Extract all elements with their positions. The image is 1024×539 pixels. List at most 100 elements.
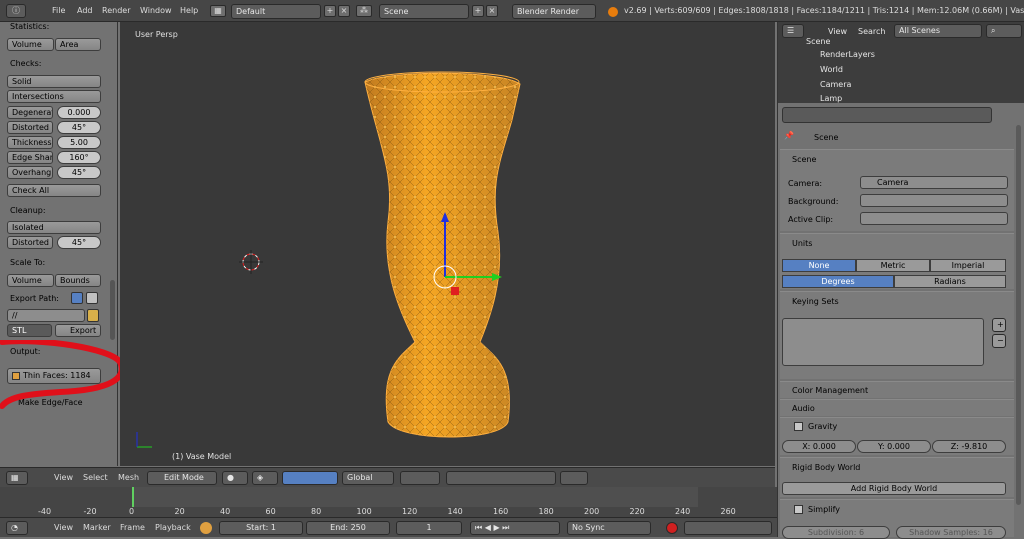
export-button[interactable]: Export <box>55 324 101 337</box>
export-path-field[interactable]: // <box>7 309 85 322</box>
rotation-degrees-button[interactable]: Degrees <box>782 275 894 288</box>
playback-controls[interactable]: ⏮ ◀ ▶ ⏭ <box>470 521 560 535</box>
layout-grid-icon[interactable]: ▦ <box>210 5 226 17</box>
preview-range-icon[interactable] <box>200 522 212 534</box>
scene-icon[interactable]: ⁂ <box>356 5 372 17</box>
add-layout-icon[interactable]: + <box>324 5 336 17</box>
distorted-value[interactable]: 45° <box>57 121 101 134</box>
keying-set-field[interactable] <box>684 521 772 535</box>
keying-sets-title[interactable]: Keying Sets <box>792 297 839 306</box>
start-frame-field[interactable]: Start: 1 <box>219 521 303 535</box>
units-panel-title[interactable]: Units <box>792 239 812 248</box>
volume-button[interactable]: Volume <box>7 38 54 51</box>
layout-select[interactable]: Default <box>231 4 321 19</box>
check-thickness-button[interactable]: Thickness <box>7 136 53 149</box>
menu-render[interactable]: Render <box>102 6 130 15</box>
gravity-z-field[interactable]: Z: -9.810 <box>932 440 1006 453</box>
properties-tab-bar[interactable] <box>782 107 992 123</box>
snap-icons[interactable] <box>446 471 556 485</box>
current-frame-field[interactable]: 1 <box>396 521 462 535</box>
area-button[interactable]: Area <box>55 38 101 51</box>
background-field[interactable] <box>860 194 1008 207</box>
record-icon[interactable] <box>666 522 678 534</box>
view-menu[interactable]: View <box>54 473 73 482</box>
vase-mesh[interactable] <box>120 22 775 466</box>
active-clip-field[interactable] <box>860 212 1008 225</box>
outliner-search-input[interactable]: ⌕ <box>986 24 1022 38</box>
menu-file[interactable]: File <box>52 6 65 15</box>
3d-viewport[interactable]: User Persp (1) Vase Model <box>120 22 775 466</box>
marker-menu[interactable]: Marker <box>83 523 111 532</box>
properties-editor[interactable]: 📌 Scene Scene Camera: Camera Background:… <box>778 105 1024 539</box>
editor-type-icon[interactable]: ▦ <box>6 471 28 485</box>
outliner-item-lamp[interactable]: Lamp <box>784 94 984 103</box>
outliner-editor-icon[interactable]: ☰ <box>782 24 804 38</box>
gravity-checkbox[interactable] <box>794 422 803 431</box>
remove-keying-set-button[interactable]: − <box>992 334 1006 348</box>
frame-menu[interactable]: Frame <box>120 523 145 532</box>
properties-scrollbar[interactable] <box>1016 125 1021 505</box>
camera-field[interactable]: Camera <box>860 176 1008 189</box>
render-engine-select[interactable]: Blender Render <box>512 4 596 19</box>
remove-layout-icon[interactable]: × <box>338 5 350 17</box>
rotation-radians-button[interactable]: Radians <box>894 275 1006 288</box>
menu-help[interactable]: Help <box>180 6 198 15</box>
check-all-button[interactable]: Check All <box>7 184 101 197</box>
timeline-view-menu[interactable]: View <box>54 523 73 532</box>
select-mode-icons[interactable] <box>400 471 440 485</box>
outliner-item-camera[interactable]: Camera <box>784 80 984 94</box>
cleanup-distorted-value[interactable]: 45° <box>57 236 101 249</box>
file-browser-icon[interactable] <box>86 292 98 304</box>
pivot-select-icon[interactable]: ◈ <box>252 471 278 485</box>
eyedropper-icon[interactable] <box>71 292 83 304</box>
manipulator-icons[interactable] <box>282 471 338 485</box>
scene-panel-title[interactable]: Scene <box>792 155 816 164</box>
outliner-view-menu[interactable]: View <box>828 27 847 36</box>
scene-select[interactable]: Scene <box>379 4 469 19</box>
cleanup-distorted-button[interactable]: Distorted <box>7 236 53 249</box>
add-scene-icon[interactable]: + <box>472 5 484 17</box>
units-metric-button[interactable]: Metric <box>856 259 930 272</box>
degenerate-value[interactable]: 0.000 <box>57 106 101 119</box>
playback-menu[interactable]: Playback <box>155 523 191 532</box>
outliner[interactable]: ☰ View Search All Scenes ⌕ Scene RenderL… <box>778 22 1024 103</box>
add-keying-set-button[interactable]: + <box>992 318 1006 332</box>
check-distorted-button[interactable]: Distorted <box>7 121 53 134</box>
menu-window[interactable]: Window <box>140 6 172 15</box>
end-frame-field[interactable]: End: 250 <box>306 521 390 535</box>
mode-select[interactable]: Edit Mode <box>147 471 217 485</box>
simplify-title[interactable]: Simplify <box>808 505 840 514</box>
outliner-search-menu[interactable]: Search <box>858 27 885 36</box>
gravity-title[interactable]: Gravity <box>808 422 837 431</box>
rigid-body-title[interactable]: Rigid Body World <box>792 463 860 472</box>
solid-button[interactable]: Solid <box>7 75 101 88</box>
outliner-item-world[interactable]: World <box>784 65 984 79</box>
select-menu[interactable]: Select <box>83 473 108 482</box>
color-management-panel[interactable]: Color Management <box>780 381 1014 398</box>
shadow-samples-field[interactable]: Shadow Samples: 16 <box>896 526 1006 539</box>
edge-sharp-value[interactable]: 160° <box>57 151 101 164</box>
outliner-filter-select[interactable]: All Scenes <box>894 24 982 38</box>
check-degenerate-button[interactable]: Degenerat <box>7 106 53 119</box>
audio-panel[interactable]: Audio <box>780 399 1014 416</box>
units-imperial-button[interactable]: Imperial <box>930 259 1006 272</box>
current-frame-marker[interactable] <box>132 487 134 507</box>
sync-select[interactable]: No Sync <box>567 521 651 535</box>
pin-icon[interactable]: 📌 <box>784 131 794 140</box>
intersections-button[interactable]: Intersections <box>7 90 101 103</box>
timeline-editor-icon[interactable]: ◔ <box>6 521 28 535</box>
isolated-button[interactable]: Isolated <box>7 221 101 234</box>
subdivision-field[interactable]: Subdivision: 6 <box>782 526 890 539</box>
thickness-value[interactable]: 5.00 <box>57 136 101 149</box>
remove-scene-icon[interactable]: × <box>486 5 498 17</box>
check-edge-sharp-button[interactable]: Edge Shar <box>7 151 53 164</box>
scale-bounds-button[interactable]: Bounds <box>55 274 101 287</box>
outliner-item-renderlayers[interactable]: RenderLayers <box>784 50 984 64</box>
menu-add[interactable]: Add <box>77 6 93 15</box>
scale-volume-button[interactable]: Volume <box>7 274 54 287</box>
units-none-button[interactable]: None <box>782 259 856 272</box>
orientation-select[interactable]: Global <box>342 471 394 485</box>
render-icons[interactable] <box>560 471 588 485</box>
gravity-x-field[interactable]: X: 0.000 <box>782 440 856 453</box>
keying-sets-list[interactable] <box>782 318 984 366</box>
